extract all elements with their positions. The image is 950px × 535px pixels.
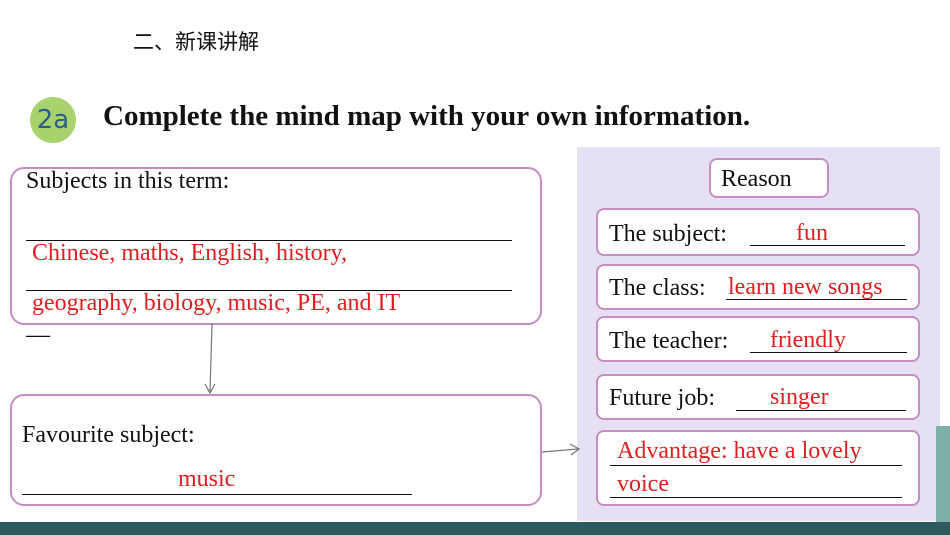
favourite-blank-line <box>22 494 412 495</box>
down-arrow-icon <box>204 324 216 395</box>
reason-job-answer: singer <box>770 384 829 410</box>
favourite-label: Favourite subject: <box>22 422 195 448</box>
reason-teacher-label: The teacher: <box>609 328 729 354</box>
favourite-answer: music <box>178 466 236 492</box>
reason-subject-label: The subject: <box>609 221 727 247</box>
reason-advantage-answer-2: voice <box>617 471 669 497</box>
subjects-trailing-dash: — <box>26 322 50 348</box>
corner-decoration <box>936 426 950 522</box>
reason-title: Reason <box>721 166 792 192</box>
footer-bar <box>0 522 950 535</box>
right-arrow-icon <box>541 443 581 456</box>
subjects-answer-2: geography, biology, music, PE, and IT <box>32 290 401 316</box>
reason-subject-answer: fun <box>796 220 828 246</box>
exercise-badge: 2a <box>30 97 76 143</box>
reason-teacher-answer: friendly <box>770 327 846 353</box>
reason-advantage-answer-1: Advantage: have a lovely <box>617 438 862 464</box>
subjects-answer-1: Chinese, maths, English, history, <box>32 240 348 266</box>
reason-class-answer: learn new songs <box>728 274 883 300</box>
favourite-box <box>10 394 542 506</box>
reason-advantage-line-1 <box>610 465 902 466</box>
reason-class-label: The class: <box>609 275 706 301</box>
subjects-label: Subjects in this term: <box>26 168 230 194</box>
reason-job-label: Future job: <box>609 385 715 411</box>
section-title: 二、新课讲解 <box>133 30 259 54</box>
exercise-heading: Complete the mind map with your own info… <box>103 100 751 132</box>
